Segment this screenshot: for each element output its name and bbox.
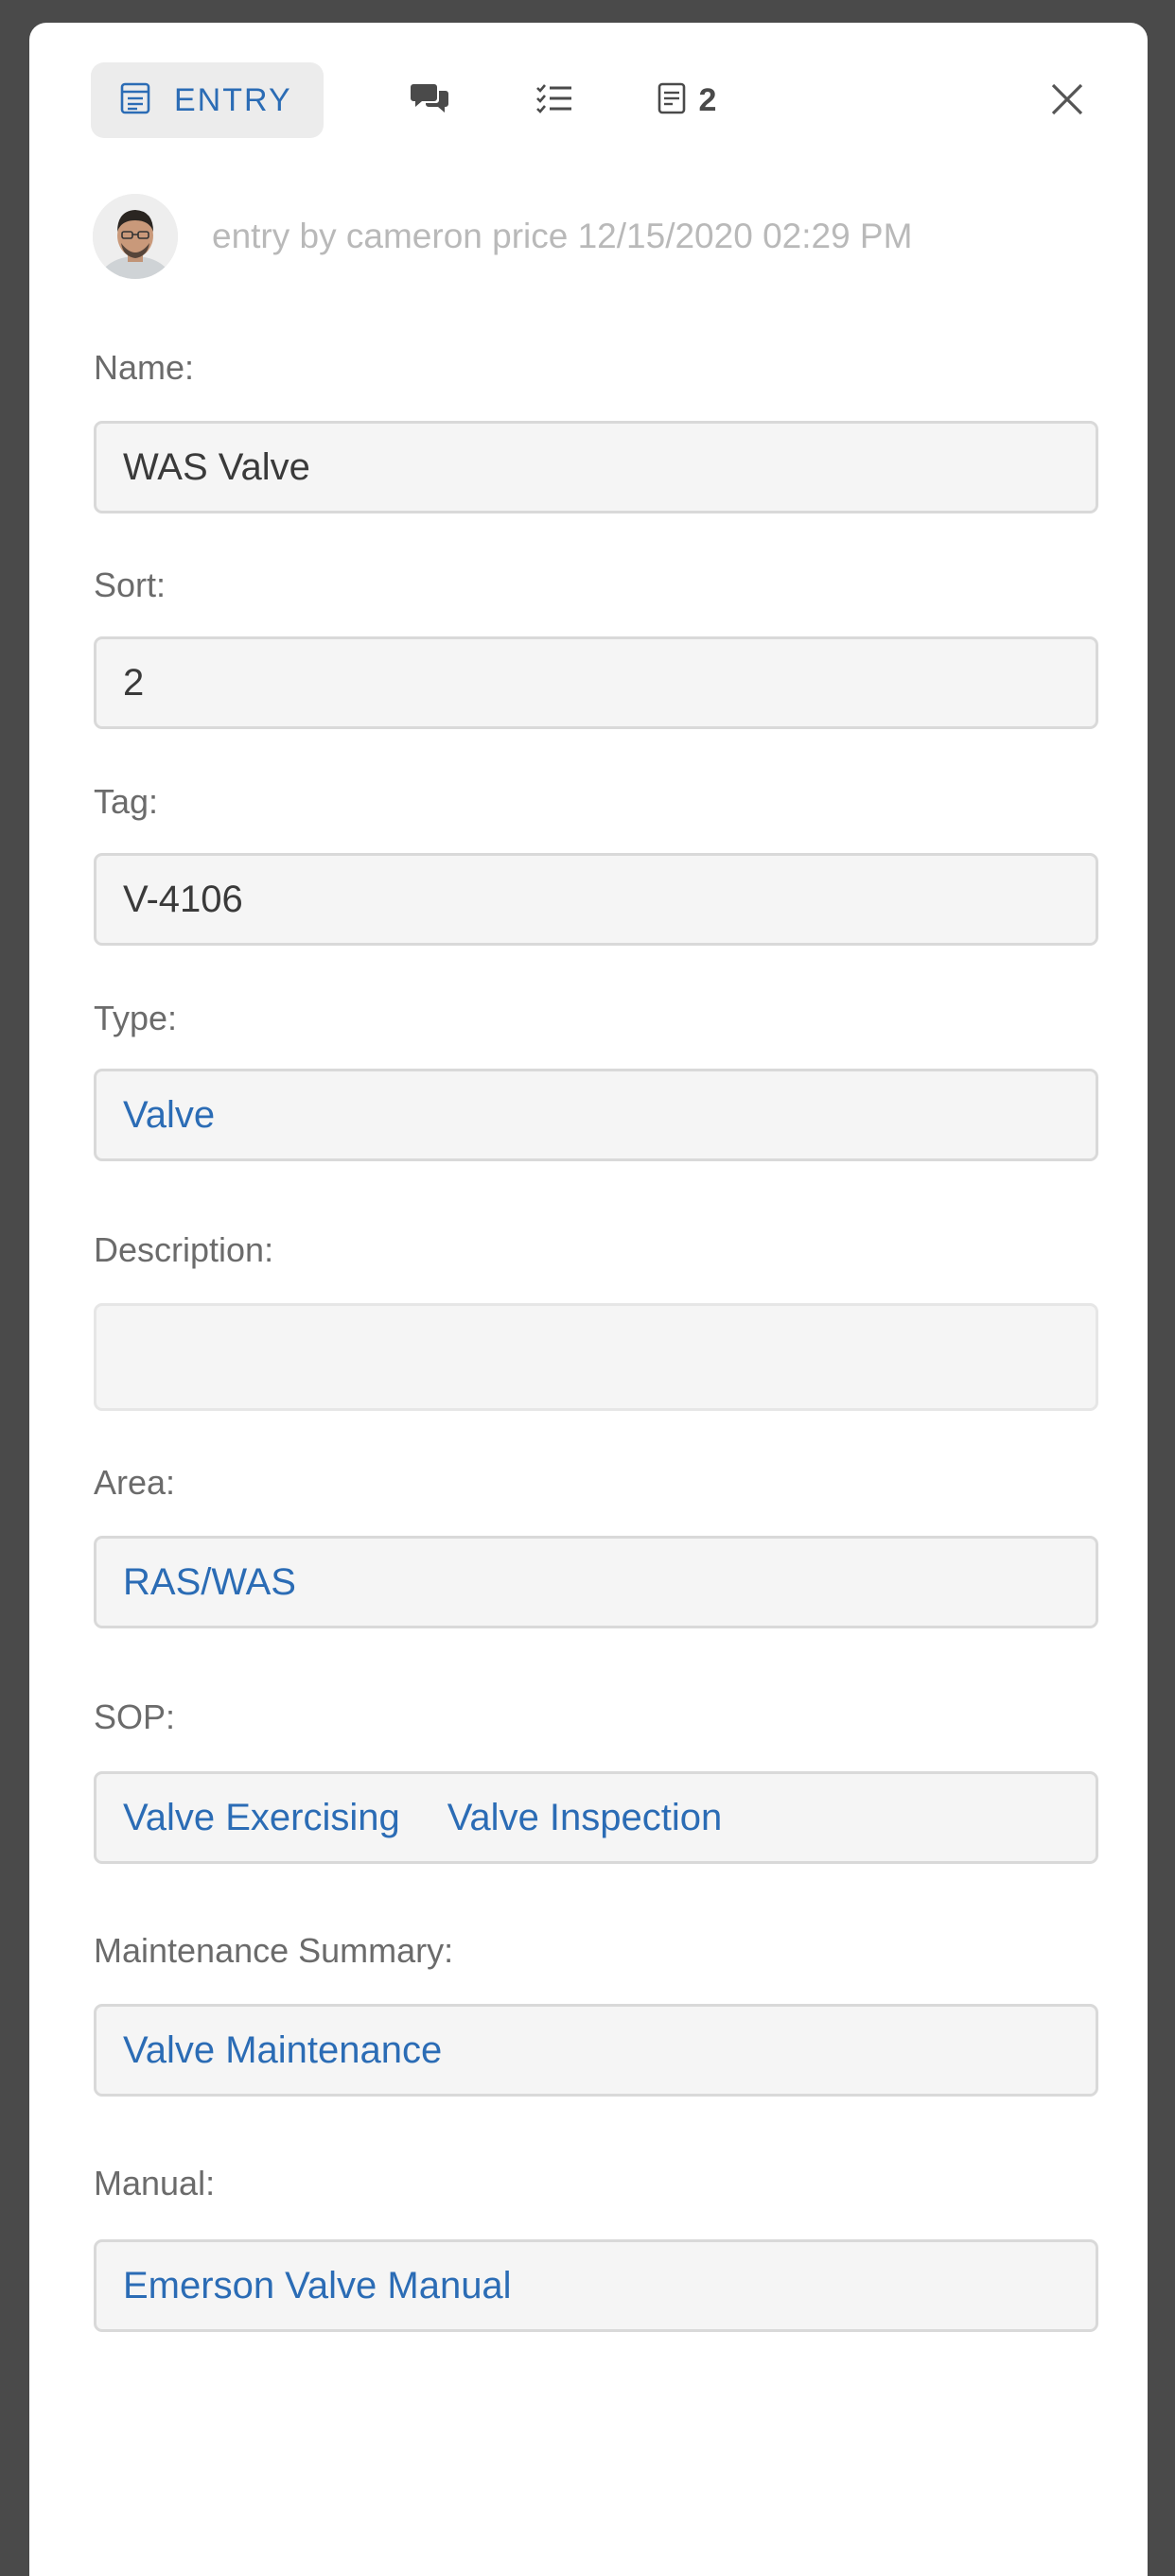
tab-checklist[interactable]: [502, 62, 606, 138]
tab-documents[interactable]: 2: [625, 62, 748, 138]
description-field[interactable]: [94, 1303, 1098, 1411]
tab-entry-label: ENTRY: [174, 81, 292, 118]
area-field[interactable]: RAS/WAS: [94, 1536, 1098, 1628]
sop-field[interactable]: Valve Exercising Valve Inspection: [94, 1771, 1098, 1864]
form-icon: [119, 82, 151, 119]
documents-count: 2: [698, 81, 717, 118]
entry-modal: ENTRY 2 entry by cameron price 12/15/202…: [29, 23, 1148, 2576]
area-label: Area:: [94, 1463, 176, 1502]
sop-link-valve-inspection[interactable]: Valve Inspection: [447, 1797, 723, 1839]
type-label: Type:: [94, 999, 178, 1037]
maintenance-summary-label: Maintenance Summary:: [94, 1931, 454, 1970]
comments-icon: [410, 81, 449, 120]
manual-field[interactable]: Emerson Valve Manual: [94, 2239, 1098, 2332]
name-label: Name:: [94, 348, 195, 387]
close-icon: [1050, 82, 1084, 121]
manual-label: Manual:: [94, 2164, 216, 2202]
maintenance-summary-field[interactable]: Valve Maintenance: [94, 2004, 1098, 2097]
description-label: Description:: [94, 1230, 274, 1269]
author-line: entry by cameron price 12/15/2020 02:29 …: [93, 189, 912, 284]
document-icon: [658, 82, 686, 119]
tab-bar: ENTRY 2: [29, 23, 1148, 146]
checklist-icon: [535, 82, 573, 119]
sort-label: Sort:: [94, 566, 167, 604]
sop-link-valve-exercising[interactable]: Valve Exercising: [123, 1797, 400, 1839]
name-field[interactable]: WAS Valve: [94, 421, 1098, 513]
tag-field[interactable]: V-4106: [94, 853, 1098, 946]
avatar: [93, 194, 178, 279]
tab-entry[interactable]: ENTRY: [91, 62, 324, 138]
entry-author-text: entry by cameron price 12/15/2020 02:29 …: [212, 217, 913, 255]
tab-comments[interactable]: [377, 62, 482, 138]
sort-field[interactable]: 2: [94, 636, 1098, 729]
sop-label: SOP:: [94, 1697, 176, 1736]
tag-label: Tag:: [94, 782, 159, 821]
type-field[interactable]: Valve: [94, 1069, 1098, 1161]
close-button[interactable]: [1043, 78, 1091, 125]
